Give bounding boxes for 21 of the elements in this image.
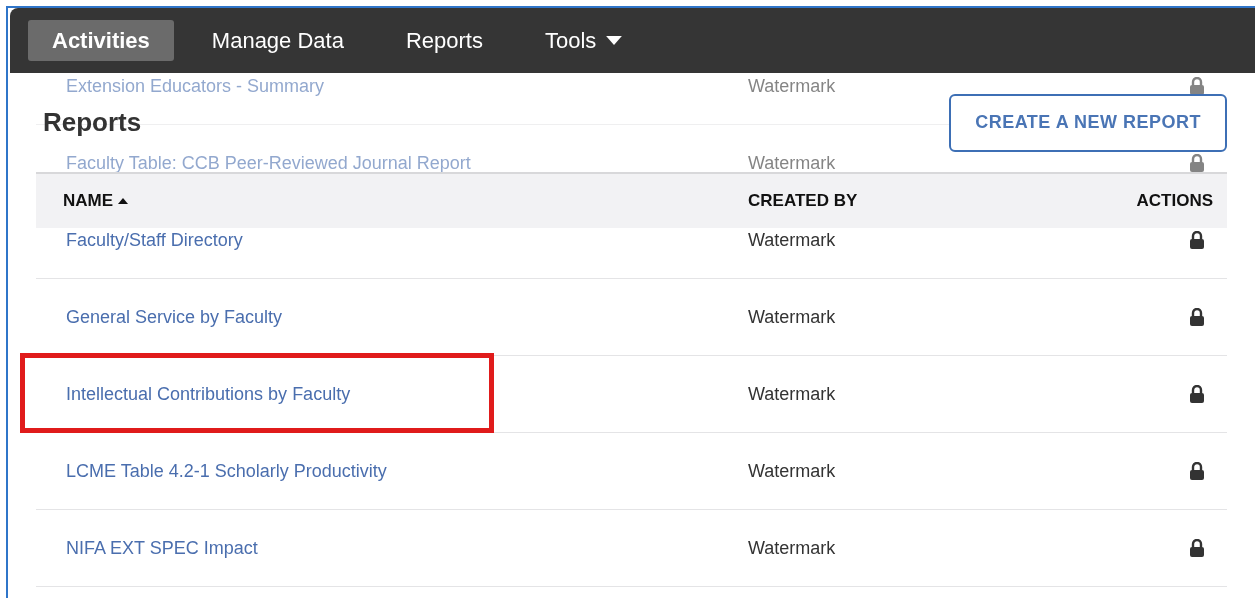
creator-text: Watermark xyxy=(748,537,836,558)
creator-text: Watermark xyxy=(748,383,836,404)
column-header[interactable]: CREATED BY xyxy=(748,191,858,211)
nav-tab[interactable]: Activities xyxy=(28,20,174,61)
nav-tab[interactable]: Reports xyxy=(381,20,507,61)
creator-text: Watermark xyxy=(748,460,836,481)
report-name-link[interactable]: Intellectual Contributions by Faculty xyxy=(66,383,351,405)
page-title: Reports xyxy=(43,107,142,138)
nav-tab[interactable]: Manage Data xyxy=(187,20,368,61)
column-header[interactable]: NAME xyxy=(63,191,114,211)
creator-text: Watermark xyxy=(748,306,836,327)
report-name-link[interactable]: General Service by Faculty xyxy=(66,306,283,328)
column-header[interactable]: ACTIONS xyxy=(1136,191,1213,211)
report-name-link[interactable]: Faculty/Staff Directory xyxy=(66,229,243,251)
report-name-link[interactable]: LCME Table 4.2-1 Scholarly Productivity xyxy=(66,460,387,482)
nav-tab[interactable]: Tools xyxy=(520,20,647,61)
report-name-link[interactable]: NIFA EXT SPEC Impact xyxy=(66,537,258,559)
create-report-button[interactable]: CREATE A NEW REPORT xyxy=(949,93,1227,152)
creator-text: Watermark xyxy=(748,229,836,250)
creator-text: Watermark xyxy=(748,75,836,96)
creator-text: Watermark xyxy=(748,152,836,173)
